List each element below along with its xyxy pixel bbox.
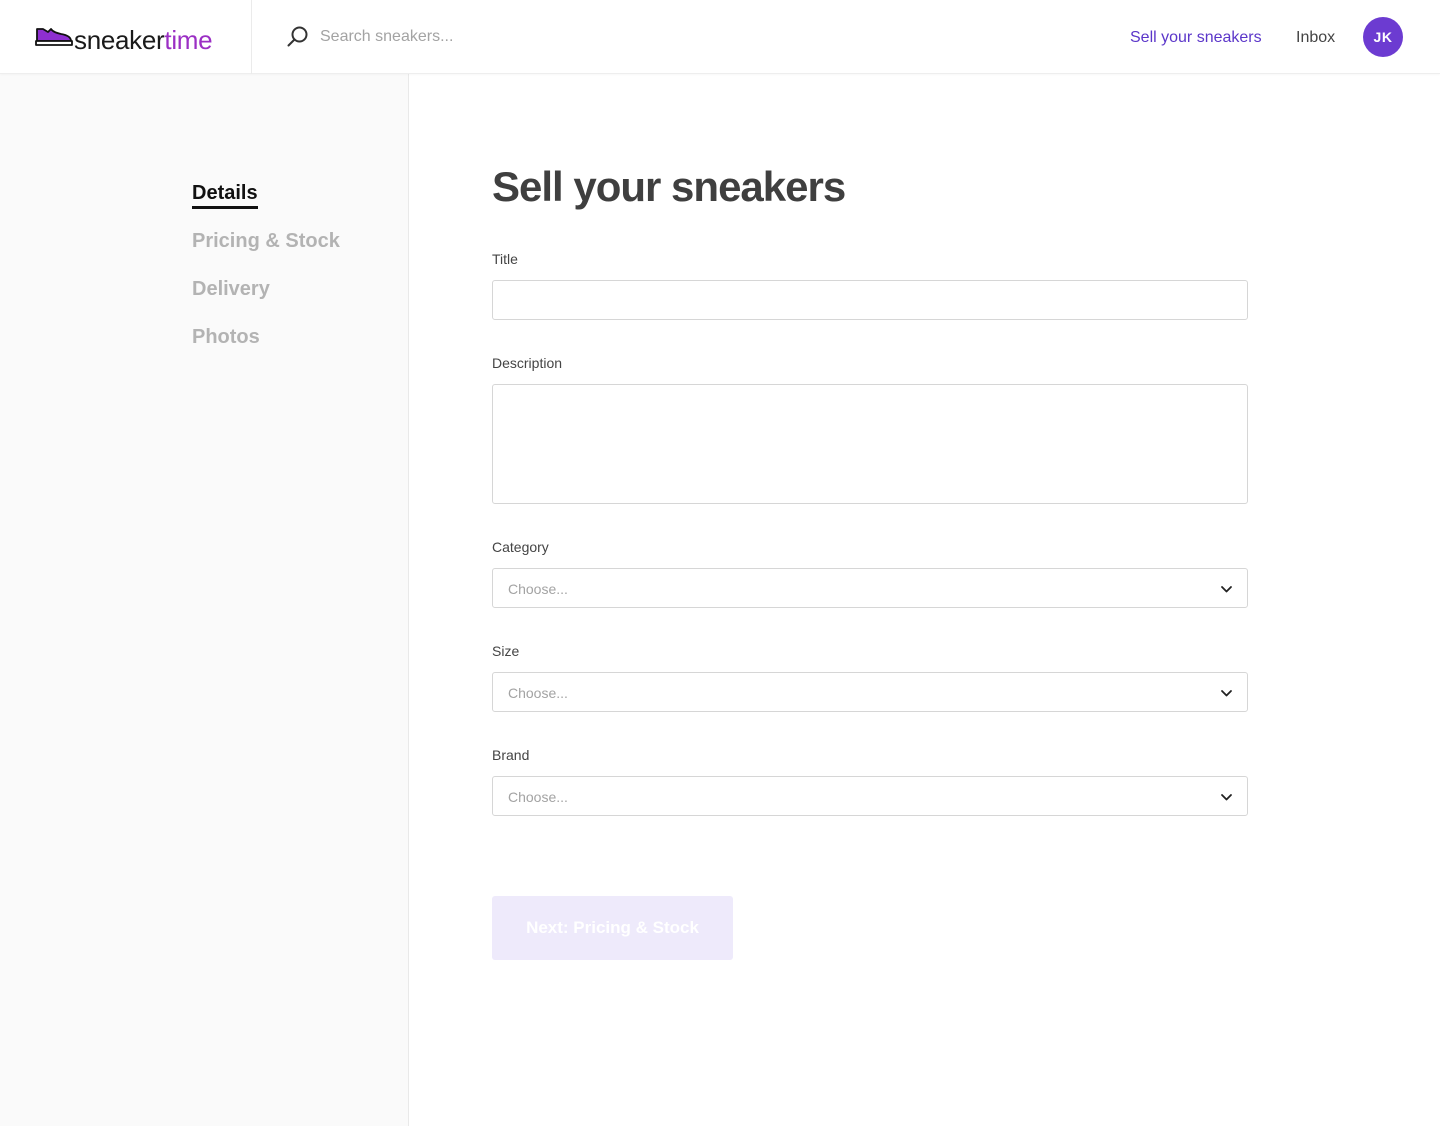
chevron-down-icon [1221,794,1232,801]
step-label: Details [192,182,258,209]
top-header: sneakertime Sell your sneakers Inbox JK [0,0,1440,74]
logo-text-accent: time [164,25,213,55]
main-form-area: Sell your sneakers Title Description Cat… [409,74,1440,1126]
nav-sell-link[interactable]: Sell your sneakers [1130,28,1262,48]
step-delivery[interactable]: Delivery [192,275,340,323]
logo-link[interactable]: sneakertime [0,0,252,74]
size-label: Size [492,643,520,659]
title-input[interactable] [492,280,1248,320]
chevron-down-icon [1221,690,1232,697]
step-details[interactable]: Details [192,179,340,227]
user-avatar[interactable]: JK [1363,17,1403,57]
size-select[interactable]: Choose... [492,672,1248,712]
nav-inbox-link[interactable]: Inbox [1296,28,1335,48]
steps-sidebar: Details Pricing & Stock Delivery Photos [0,74,409,1126]
step-label: Photos [192,326,260,348]
page-title: Sell your sneakers [492,163,846,210]
category-select[interactable]: Choose... [492,568,1248,608]
size-select-value: Choose... [508,685,568,701]
logo-text-primary: sneaker [74,25,165,55]
next-pricing-stock-button[interactable]: Next: Pricing & Stock [492,896,733,960]
chevron-down-icon [1221,586,1232,593]
description-textarea[interactable] [492,384,1248,504]
category-label: Category [492,539,549,555]
search-input[interactable] [320,24,740,50]
brand-label: Brand [492,747,530,763]
step-navigation: Details Pricing & Stock Delivery Photos [192,179,340,371]
brand-select[interactable]: Choose... [492,776,1248,816]
brand-select-value: Choose... [508,789,568,805]
step-pricing-stock[interactable]: Pricing & Stock [192,227,340,275]
description-label: Description [492,355,563,371]
step-label: Pricing & Stock [192,230,340,252]
step-photos[interactable]: Photos [192,323,340,371]
title-label: Title [492,251,518,267]
step-label: Delivery [192,278,270,300]
search-icon[interactable] [286,25,310,49]
category-select-value: Choose... [508,581,568,597]
logo-wordmark: sneakertime [74,25,213,55]
sneaker-icon [35,28,73,46]
